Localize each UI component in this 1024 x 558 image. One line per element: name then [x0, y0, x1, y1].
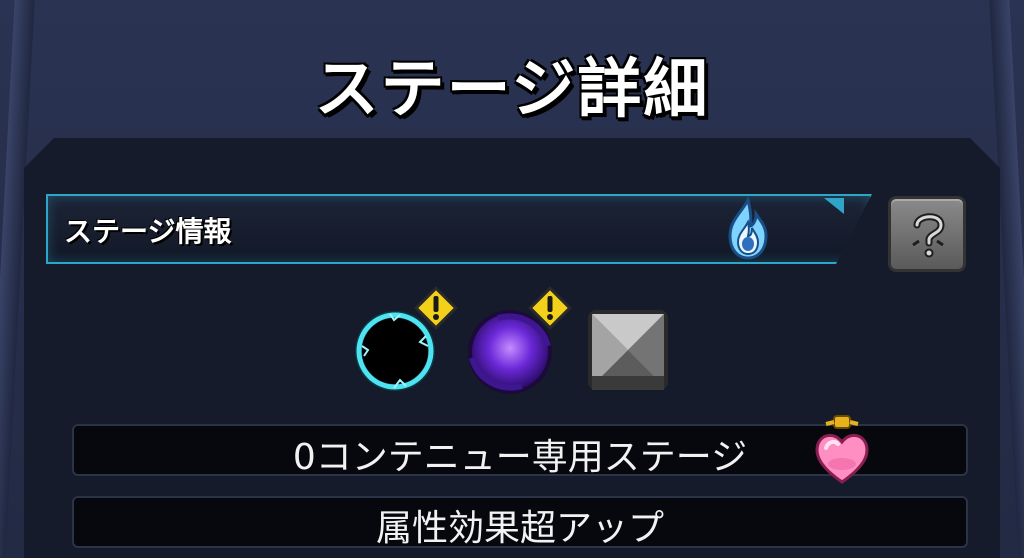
page-title: ステージ詳細	[314, 53, 710, 127]
blue-flame-icon	[728, 196, 768, 260]
warning-icon	[528, 286, 572, 330]
metal-block-icon	[588, 310, 668, 390]
condition-text-attribute-boost: 属性効果超アップ	[375, 508, 664, 549]
heart-potion-icon	[815, 415, 869, 484]
stage-detail-screen: ステージ詳細 ステージ情報 0コンテニュー専用ステージ 属性効果超アップ	[0, 0, 1024, 558]
help-button[interactable]	[888, 196, 966, 272]
info-bar-corner-accent	[824, 198, 844, 214]
warning-icon	[414, 286, 458, 330]
question-mark-icon	[912, 213, 945, 258]
stage-info-label: ステージ情報	[64, 215, 232, 248]
